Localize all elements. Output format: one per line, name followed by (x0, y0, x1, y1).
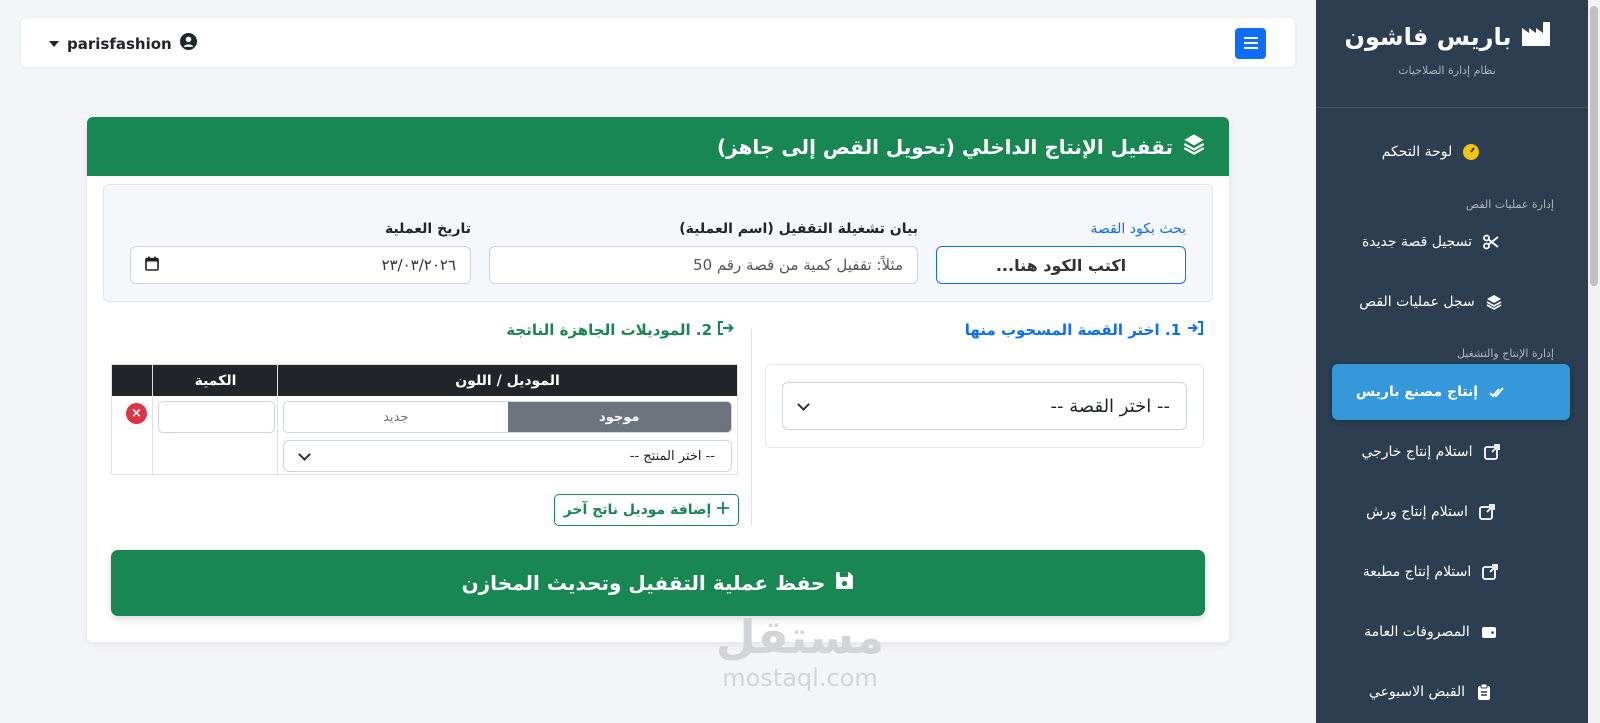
sidebar-item-label: إنتاج مصنع باريس (1355, 384, 1479, 400)
calendar-icon[interactable] (145, 256, 159, 275)
card-title: تقفيل الإنتاج الداخلي (تحويل القص إلى جا… (716, 134, 1173, 159)
date-input[interactable]: ٢٣/٠٣/٢٠٢٦ (130, 246, 471, 284)
sidebar: باريس فاشون نظام إدارة الصلاحيات لوحة ال… (1316, 0, 1600, 723)
topbar: parisfashion (21, 18, 1295, 67)
caret-down-icon (49, 40, 59, 47)
step1-title-text: 1. اختر القصة المسحوب منها (964, 321, 1181, 339)
sidebar-item-label: القبض الاسبوعي (1368, 684, 1466, 700)
external-link-icon (1478, 503, 1496, 521)
step1-title: 1. اختر القصة المسحوب منها (965, 321, 1203, 339)
product-select[interactable]: -- اختر المنتج -- (283, 440, 732, 472)
statement-label: بيان تشغيلة التقفيل (اسم العملية) (679, 221, 918, 237)
sidebar-item-label: المصروفات العامة (1364, 624, 1470, 640)
user-circle-icon (179, 33, 197, 54)
sidebar-item-dashboard[interactable]: لوحة التحكم (1332, 124, 1570, 180)
step2-title: 2. الموديلات الجاهزة الناتجة (506, 321, 734, 339)
chevron-down-icon (298, 447, 311, 461)
add-model-label: إضافة موديل ناتج آخر (563, 502, 712, 518)
sign-in-icon (1187, 321, 1203, 339)
layers-icon (1183, 133, 1205, 160)
sidebar-item-cut-log[interactable]: سجل عمليات القص (1332, 274, 1570, 330)
model-type-toggle[interactable]: جديد موجود (283, 401, 732, 433)
plus-icon (717, 502, 730, 518)
product-select-value: -- اختر المنتج -- (629, 448, 715, 464)
sidebar-item-general-expenses[interactable]: المصروفات العامة (1332, 604, 1570, 660)
sidebar-item-label: تسجيل قصة جديدة (1361, 234, 1473, 250)
sidebar-divider (1316, 107, 1588, 108)
hamburger-icon (1243, 34, 1258, 53)
col-header-qty: الكمية (194, 372, 237, 389)
watermark: مستقل mostaql.com (690, 612, 910, 692)
search-label: بحث بكود القصة (1090, 221, 1186, 237)
sidebar-item-label: استلام إنتاج خارجي (1361, 444, 1473, 460)
sidebar-section-cutting: إدارة عمليات القص (1465, 198, 1554, 211)
table-header: الموديل / اللون الكمية (112, 365, 737, 396)
gauge-icon (1462, 143, 1480, 161)
operation-info-panel: بحث بكود القصة اكتب الكود هنا... بيان تش… (103, 184, 1213, 302)
sidebar-item-label: استلام إنتاج ورش (1366, 504, 1468, 520)
sidebar-item-label: سجل عمليات القص (1359, 294, 1475, 310)
sidebar-item-weekly-pay[interactable]: القبض الاسبوعي (1332, 664, 1570, 720)
cut-code-search-input[interactable]: اكتب الكود هنا... (936, 246, 1186, 284)
sidebar-scrollbar-thumb[interactable] (1590, 6, 1598, 286)
cut-select-box: -- اختر القصة -- (765, 364, 1204, 448)
toggle-new[interactable]: جديد (284, 402, 508, 432)
external-link-icon (1483, 443, 1501, 461)
sign-out-icon (718, 321, 734, 339)
sidebar-item-workshop-receive[interactable]: استلام إنتاج ورش (1332, 484, 1570, 540)
cut-select-value: -- اختر القصة -- (1050, 395, 1171, 417)
factory-icon (1521, 22, 1550, 52)
remove-row-icon[interactable]: × (126, 403, 147, 424)
sidebar-section-production: إدارة الإنتاج والتشغيل (1456, 347, 1554, 360)
step2-title-text: 2. الموديلات الجاهزة الناتجة (506, 321, 712, 339)
sidebar-item-new-cut[interactable]: تسجيل قصة جديدة (1332, 214, 1570, 270)
user-menu[interactable]: parisfashion (49, 33, 197, 54)
sidebar-item-external-receive[interactable]: استلام إنتاج خارجي (1332, 424, 1570, 480)
cut-select[interactable]: -- اختر القصة -- (782, 382, 1187, 430)
sidebar-item-label: استلام إنتاج مطبعة (1362, 564, 1472, 580)
clipboard-icon (1475, 683, 1493, 701)
chevron-down-icon (797, 397, 810, 411)
watermark-arabic: مستقل (715, 610, 885, 664)
column-divider (751, 329, 752, 526)
save-button-label: حفظ عملية التقفيل وتحديث المخازن (461, 571, 826, 595)
sidebar-item-printer-receive[interactable]: استلام إنتاج مطبعة (1332, 544, 1570, 600)
layers-icon (1485, 293, 1503, 311)
table-col-line (277, 365, 278, 476)
table-col-line (152, 365, 153, 476)
quantity-input[interactable] (158, 401, 275, 433)
statement-input[interactable]: مثلاً: تقفيل كمية من قصة رقم 50 (489, 246, 918, 284)
sidebar-scrollbar[interactable] (1588, 0, 1600, 723)
brand-title: باريس فاشون (1344, 23, 1512, 51)
production-close-card: تقفيل الإنتاج الداخلي (تحويل القص إلى جا… (87, 117, 1229, 642)
external-link-icon (1481, 563, 1499, 581)
col-header-model: الموديل / اللون (455, 372, 560, 389)
double-check-icon (1488, 383, 1506, 401)
toggle-existing[interactable]: موجود (507, 402, 731, 432)
wallet-icon (1480, 623, 1498, 641)
date-label: تاريخ العملية (384, 221, 471, 237)
menu-toggle-button[interactable] (1235, 28, 1266, 59)
floppy-disk-icon (835, 571, 854, 595)
sidebar-item-label: لوحة التحكم (1381, 144, 1453, 160)
brand-subtitle: نظام إدارة الصلاحيات (1398, 64, 1496, 77)
watermark-latin: mostaql.com (722, 664, 878, 692)
add-model-button[interactable]: إضافة موديل ناتج آخر (554, 494, 739, 526)
username: parisfashion (67, 34, 172, 53)
brand-title-row: باريس فاشون (1322, 22, 1572, 52)
sidebar-item-factory-production[interactable]: إنتاج مصنع باريس (1332, 364, 1570, 420)
scissors-icon (1482, 233, 1500, 251)
output-models-table: الموديل / اللون الكمية جديد موجود -- اخت… (111, 364, 738, 476)
brand: باريس فاشون نظام إدارة الصلاحيات (1322, 22, 1572, 77)
date-value: ٢٣/٠٣/٢٠٢٦ (381, 256, 456, 274)
card-header: تقفيل الإنتاج الداخلي (تحويل القص إلى جا… (87, 117, 1229, 176)
save-button[interactable]: حفظ عملية التقفيل وتحديث المخازن (111, 550, 1205, 616)
